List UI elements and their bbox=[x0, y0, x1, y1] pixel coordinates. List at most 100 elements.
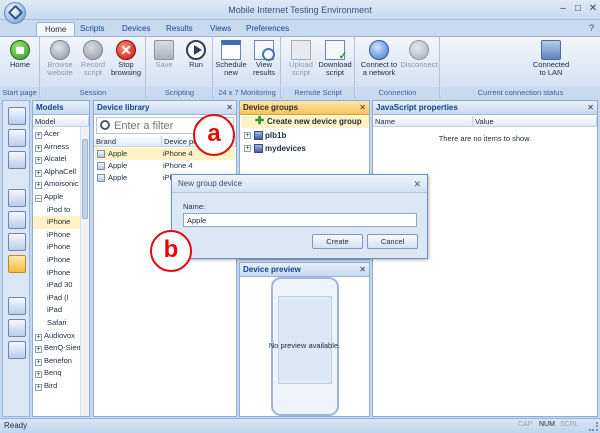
collapse-icon[interactable]: – bbox=[35, 195, 42, 202]
expand-icon[interactable]: + bbox=[35, 333, 42, 341]
javascript-empty-text: There are no items to show. bbox=[438, 134, 532, 143]
expand-icon[interactable]: + bbox=[35, 157, 42, 165]
model-child-item[interactable]: iPod to bbox=[33, 204, 81, 217]
model-brand-item[interactable]: + Alcatel bbox=[33, 153, 81, 166]
tab-home[interactable]: Home bbox=[36, 22, 76, 36]
model-brand-item[interactable]: + AlphaCell bbox=[33, 166, 81, 179]
expand-icon[interactable]: + bbox=[35, 346, 42, 354]
model-brand-item[interactable]: – Apple bbox=[33, 191, 81, 204]
strip-tag-icon[interactable] bbox=[8, 189, 26, 207]
schedule-new-button[interactable]: Schedule new bbox=[214, 40, 248, 86]
expand-icon[interactable]: + bbox=[244, 132, 251, 139]
model-child-item[interactable]: iPhone bbox=[33, 241, 81, 254]
strip-config-icon[interactable] bbox=[8, 151, 26, 169]
upload-script-button[interactable]: Upload script bbox=[284, 40, 318, 86]
strip-table-icon[interactable] bbox=[8, 319, 26, 337]
ribbon-group-scripting: Save Run Scripting bbox=[147, 37, 213, 98]
model-child-item[interactable]: iPhone bbox=[33, 229, 81, 242]
status-text: Ready bbox=[4, 421, 28, 430]
maximize-button[interactable]: □ bbox=[571, 3, 585, 16]
ribbon-group-session: Browse website Record script ✕ Stop brow… bbox=[41, 37, 146, 98]
model-child-item[interactable]: iPad bbox=[33, 304, 81, 317]
expand-icon[interactable]: + bbox=[35, 169, 42, 177]
strip-edit-icon[interactable] bbox=[8, 341, 26, 359]
model-child-item[interactable]: iPad 30 bbox=[33, 279, 81, 292]
create-device-group-button[interactable]: ✚ Create new device group bbox=[241, 115, 369, 128]
model-label: Audiovox bbox=[44, 330, 75, 340]
close-icon[interactable]: ✕ bbox=[587, 101, 594, 115]
resize-grip-icon[interactable] bbox=[589, 422, 598, 431]
expand-icon[interactable]: + bbox=[244, 145, 251, 152]
strip-monitor-icon[interactable] bbox=[8, 129, 26, 147]
close-icon[interactable]: ✕ bbox=[359, 101, 366, 115]
stop-icon: ✕ bbox=[116, 40, 136, 60]
expand-icon[interactable]: + bbox=[35, 358, 42, 366]
group-item-plb1b[interactable]: + plb1b bbox=[243, 130, 286, 142]
model-brand-item[interactable]: + Audiovox bbox=[33, 330, 81, 343]
strip-phone-active-icon[interactable] bbox=[8, 255, 26, 273]
models-column-header[interactable]: Model bbox=[33, 116, 89, 127]
app-menu-button[interactable] bbox=[4, 2, 26, 24]
library-row[interactable]: Apple iPhone 4 bbox=[95, 160, 235, 172]
group-item-mydevices[interactable]: + mydevices bbox=[243, 143, 306, 155]
close-window-button[interactable]: ✕ bbox=[586, 3, 600, 16]
search-icon bbox=[100, 120, 110, 130]
value-column-header[interactable]: Value bbox=[473, 116, 597, 127]
tab-views[interactable]: Views bbox=[202, 22, 239, 36]
stop-browsing-button[interactable]: ✕ Stop browsing bbox=[109, 40, 143, 86]
model-brand-item[interactable]: + BenQ-Siem bbox=[33, 342, 81, 355]
model-brand-item[interactable]: + Amoisonic bbox=[33, 178, 81, 191]
model-child-item[interactable]: iPad (l bbox=[33, 292, 81, 305]
plus-icon: ✚ bbox=[255, 115, 265, 127]
tab-devices[interactable]: Devices bbox=[114, 22, 158, 36]
model-brand-item[interactable]: + Airness bbox=[33, 141, 81, 154]
strip-tags-icon[interactable] bbox=[8, 211, 26, 229]
record-script-button[interactable]: Record script bbox=[76, 40, 110, 86]
name-column-header[interactable]: Name bbox=[373, 116, 473, 127]
expand-icon[interactable]: + bbox=[35, 182, 42, 190]
model-brand-item[interactable]: + Acer bbox=[33, 128, 81, 141]
model-child-item[interactable]: Safari bbox=[33, 317, 81, 330]
expand-icon[interactable]: + bbox=[35, 371, 42, 379]
close-icon[interactable]: ✕ bbox=[413, 176, 421, 192]
help-icon[interactable]: ? bbox=[589, 23, 594, 33]
expand-icon[interactable]: + bbox=[35, 144, 42, 152]
model-child-item[interactable]: iPhone bbox=[33, 267, 81, 280]
cancel-button[interactable]: Cancel bbox=[367, 234, 418, 249]
connect-network-button[interactable]: Connect to a network bbox=[360, 40, 398, 86]
model-child-item[interactable]: iPhone bbox=[33, 216, 81, 229]
model-brand-item[interactable]: + Bird bbox=[33, 380, 81, 393]
model-label: Benefon bbox=[44, 355, 72, 365]
group-name-input[interactable] bbox=[183, 213, 417, 227]
strip-grid-icon[interactable] bbox=[8, 297, 26, 315]
preview-empty-text: No preview available. bbox=[268, 341, 341, 350]
save-button[interactable]: Save bbox=[147, 40, 181, 86]
model-child-item[interactable]: iPhone bbox=[33, 254, 81, 267]
tab-results[interactable]: Results bbox=[158, 22, 201, 36]
view-results-button[interactable]: View results bbox=[247, 40, 281, 86]
create-button[interactable]: Create bbox=[312, 234, 363, 249]
home-button[interactable]: Home bbox=[3, 40, 37, 86]
scrollbar-thumb[interactable] bbox=[82, 139, 88, 219]
group-icon bbox=[254, 144, 263, 153]
expand-icon[interactable]: + bbox=[35, 384, 42, 391]
download-script-button[interactable]: Download script bbox=[318, 40, 352, 86]
run-button[interactable]: Run bbox=[179, 40, 213, 86]
brand-column-header[interactable]: Brand bbox=[94, 136, 162, 147]
models-panel: Models Model + Acer + Airness + Alcatel + Alpha… bbox=[32, 100, 90, 417]
models-scrollbar[interactable] bbox=[80, 127, 89, 416]
close-icon[interactable]: ✕ bbox=[359, 263, 366, 277]
tab-preferences[interactable]: Preferences bbox=[238, 22, 297, 36]
model-brand-item[interactable]: + Benefon bbox=[33, 355, 81, 368]
strip-phone-icon[interactable] bbox=[8, 233, 26, 251]
minimize-button[interactable]: – bbox=[556, 3, 570, 16]
browse-website-button[interactable]: Browse website bbox=[43, 40, 77, 86]
tab-scripts[interactable]: Scripts bbox=[72, 22, 112, 36]
ribbon-group-label: Remote Script Library bbox=[282, 87, 354, 108]
model-label: iPod to bbox=[47, 204, 71, 214]
model-brand-item[interactable]: + Benq bbox=[33, 367, 81, 380]
expand-icon[interactable]: + bbox=[35, 132, 42, 139]
disconnect-button[interactable]: Disconnect bbox=[400, 40, 438, 86]
strip-devices-icon[interactable] bbox=[8, 107, 26, 125]
close-icon[interactable]: ✕ bbox=[226, 101, 233, 115]
